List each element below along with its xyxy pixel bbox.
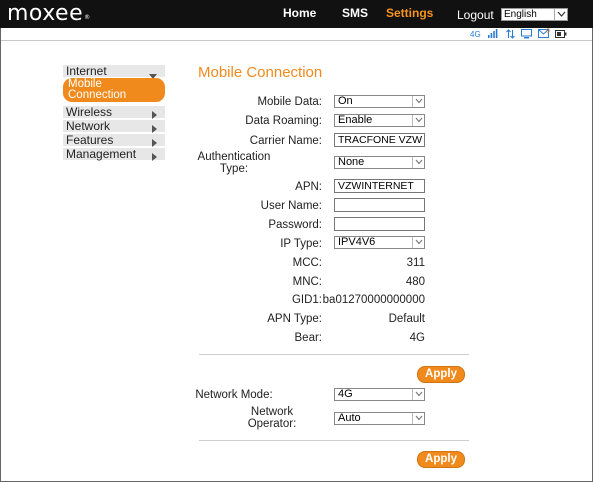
sidebar-item-network[interactable]: Network: [63, 120, 165, 133]
signal-bars-icon: [488, 29, 498, 40]
page-title: Mobile Connection: [198, 64, 323, 81]
chevron-down-icon: [412, 389, 424, 400]
sidebar-item-management[interactable]: Management: [63, 148, 165, 161]
apn-type-value: Default: [388, 313, 425, 325]
authentication-type-label: Authentication Type:: [174, 151, 294, 175]
section-divider: [199, 440, 469, 441]
chevron-down-icon: [554, 9, 567, 20]
chevron-down-icon: [412, 157, 424, 168]
logo-text: moxee: [7, 1, 84, 26]
network-mode-select[interactable]: 4G: [334, 388, 425, 401]
sidebar-item-internet[interactable]: Internet: [63, 64, 165, 79]
battery-icon: [555, 29, 567, 40]
sidebar-item-label: Wireless: [66, 105, 113, 119]
registered-mark: ®: [84, 14, 91, 21]
password-label: Password:: [268, 219, 322, 231]
authentication-type-label-line2: Type:: [219, 163, 249, 175]
sidebar-item-label: Network: [66, 119, 111, 133]
mnc-value: 480: [405, 276, 425, 288]
mobile-data-value: On: [338, 95, 353, 107]
network-operator-value: Auto: [338, 412, 361, 424]
top-navigation-bar: moxee® Home SMS Settings Logout English: [0, 0, 593, 28]
nav-settings[interactable]: Settings: [386, 6, 433, 20]
section-divider: [199, 354, 469, 355]
network-operator-label-line2: Operator:: [247, 418, 297, 430]
authentication-type-select[interactable]: None: [334, 156, 425, 169]
apn-input[interactable]: VZWINTERNET: [334, 179, 425, 193]
bear-label: Bear:: [294, 332, 323, 344]
logout-link[interactable]: Logout: [457, 8, 494, 22]
chevron-down-icon: [412, 413, 424, 424]
mcc-label: MCC:: [292, 257, 322, 269]
gid1-value: ba01270000000000: [322, 294, 425, 306]
chevron-down-icon: [412, 237, 424, 248]
ip-type-label: IP Type:: [280, 238, 322, 250]
network-operator-select[interactable]: Auto: [334, 412, 425, 425]
sidebar-item-label: Mobile Connection: [68, 78, 127, 101]
data-roaming-select[interactable]: Enable: [334, 114, 425, 127]
data-roaming-value: Enable: [338, 114, 373, 126]
apn-label: APN:: [295, 181, 322, 193]
chevron-down-icon: [412, 115, 424, 126]
apply-button-connection[interactable]: Apply: [417, 366, 465, 383]
device-icon: [521, 29, 532, 40]
moxee-logo: moxee®: [7, 1, 91, 27]
carrier-name-label: Carrier Name:: [249, 135, 322, 147]
mcc-value: 311: [406, 257, 425, 269]
network-mode-value: 4G: [338, 388, 353, 400]
mobile-data-label: Mobile Data:: [257, 96, 322, 108]
network-type-indicator: 4G: [470, 30, 481, 39]
language-value: English: [504, 9, 537, 20]
language-select[interactable]: English: [501, 8, 568, 21]
apply-button-network[interactable]: Apply: [417, 451, 465, 468]
carrier-name-input[interactable]: TRACFONE VZW: [334, 133, 425, 147]
user-name-input[interactable]: [334, 198, 425, 212]
sms-count-badge: 0: [546, 28, 550, 35]
chevron-right-icon: [152, 151, 157, 164]
ip-type-value: IPV4V6: [338, 236, 376, 248]
sidebar-item-label: Internet: [66, 64, 107, 78]
chevron-down-icon: [412, 96, 424, 107]
network-operator-label: Network Operator:: [212, 406, 332, 430]
ip-type-select[interactable]: IPV4V6: [334, 236, 425, 249]
sidebar-item-label: Management: [66, 147, 137, 161]
status-bar: 4G 0: [1, 28, 592, 41]
mobile-data-select[interactable]: On: [334, 95, 425, 108]
nav-sms[interactable]: SMS: [342, 6, 368, 20]
bear-value: 4G: [409, 332, 425, 344]
network-operator-label-line1: Network: [250, 406, 294, 418]
mnc-label: MNC:: [292, 276, 322, 288]
user-name-label: User Name:: [260, 200, 322, 212]
sidebar-item-features[interactable]: Features: [63, 134, 165, 147]
sidebar-item-mobile-connection[interactable]: Mobile Connection: [63, 78, 165, 102]
nav-home[interactable]: Home: [283, 6, 316, 20]
password-input[interactable]: [334, 217, 425, 231]
data-roaming-label: Data Roaming:: [245, 115, 322, 127]
sidebar-item-label: Features: [66, 133, 114, 147]
up-down-arrows-icon: [506, 29, 515, 40]
sidebar-item-wireless[interactable]: Wireless: [63, 106, 165, 119]
apn-type-label: APN Type:: [267, 313, 322, 325]
network-mode-label: Network Mode:: [195, 389, 273, 401]
authentication-type-value: None: [338, 156, 365, 168]
authentication-type-label-line1: Authentication: [197, 151, 271, 163]
